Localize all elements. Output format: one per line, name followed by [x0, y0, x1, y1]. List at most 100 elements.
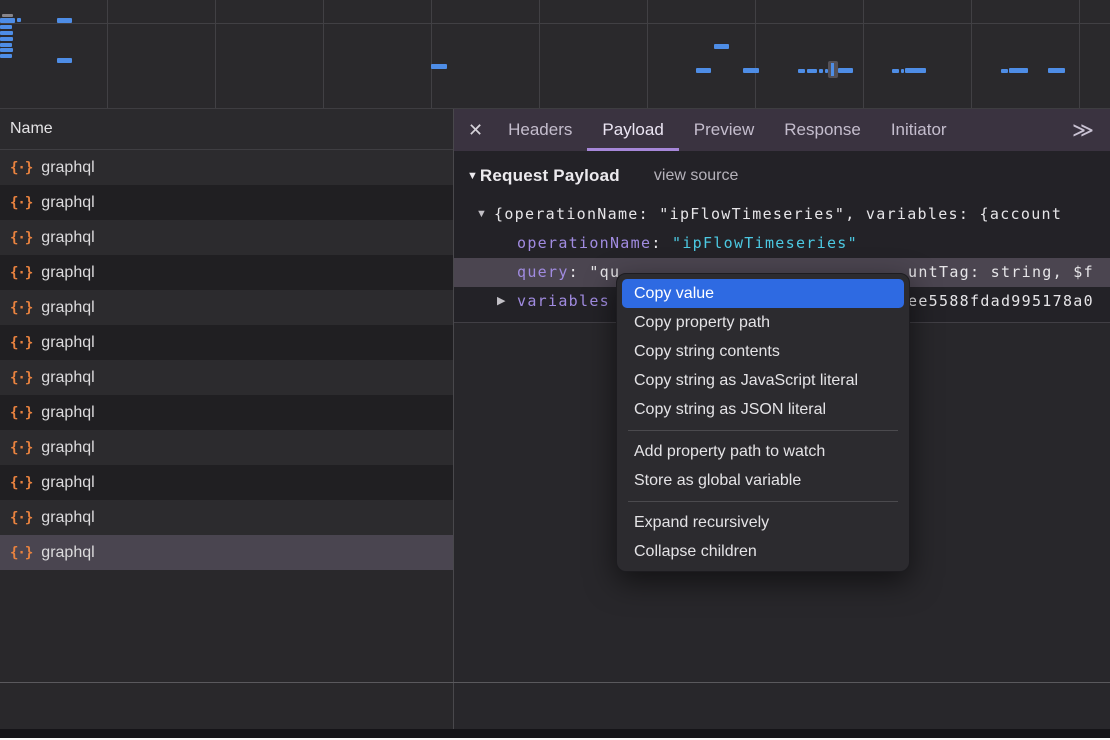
tab-initiator[interactable]: Initiator	[876, 109, 962, 151]
menu-item-copy-property-path[interactable]: Copy property path	[622, 308, 904, 337]
menu-separator	[628, 430, 898, 431]
json-request-icon: {·}	[10, 160, 32, 176]
request-list-row[interactable]: {·} graphql	[0, 465, 453, 500]
tab-response[interactable]: Response	[769, 109, 876, 151]
menu-item-expand-recursively[interactable]: Expand recursively	[622, 508, 904, 537]
tab-payload[interactable]: Payload	[587, 109, 678, 151]
request-list-row[interactable]: {·}graphql	[0, 395, 453, 430]
request-name-label: graphql	[41, 159, 94, 177]
menu-item-copy-string-as-json-literal[interactable]: Copy string as JSON literal	[622, 395, 904, 424]
request-timeline-bar	[0, 31, 13, 35]
window-bottom-edge	[0, 729, 1110, 738]
request-timeline-bar	[1048, 68, 1065, 73]
request-name-label: graphql	[41, 229, 94, 247]
panel-divider[interactable]	[453, 109, 454, 740]
name-column-label: Name	[10, 120, 53, 137]
request-timeline-bar	[798, 69, 805, 73]
request-list-row[interactable]: {·} graphql	[0, 150, 453, 185]
menu-separator	[628, 501, 898, 502]
overview-gridlines	[0, 0, 1110, 108]
request-timeline-bar	[696, 68, 711, 73]
request-list-row[interactable]: {·}graphql	[0, 430, 453, 465]
detail-tabbar: ✕ HeadersPayloadPreviewResponseInitiator…	[454, 109, 1110, 151]
payload-root-preview: {operationName: "ipFlowTimeseries", vari…	[494, 205, 1062, 223]
request-list: {·} graphql {·} graphql {·} graphql {·} graphql…	[0, 150, 453, 570]
menu-item-copy-string-as-javascript-literal[interactable]: Copy string as JavaScript literal	[622, 366, 904, 395]
request-list-row[interactable]: {·} graphql	[0, 185, 453, 220]
selected-request-marker-bar	[831, 63, 834, 76]
request-name-label: graphql	[41, 474, 94, 492]
request-timeline-bar	[431, 64, 447, 69]
menu-item-copy-string-contents[interactable]: Copy string contents	[622, 337, 904, 366]
request-list-row[interactable]: {·}graphql	[0, 325, 453, 360]
section-title: Request Payload	[480, 166, 620, 186]
menu-item-collapse-children[interactable]: Collapse children	[622, 537, 904, 566]
json-request-icon: {·}	[10, 440, 32, 456]
devtools-network-panel: Name {·}graphql{·}graphql{·}graphql{·}gr…	[0, 0, 1110, 740]
name-column-header[interactable]: Name	[0, 109, 453, 150]
property-key: operationName	[517, 234, 651, 252]
request-list-row[interactable]: {·} graphql	[0, 290, 453, 325]
request-timeline-bar	[838, 68, 853, 73]
payload-root-row[interactable]: ▼ {operationName: "ipFlowTimeseries", va…	[454, 200, 1110, 229]
context-menu: Copy valueCopy property pathCopy string …	[616, 273, 910, 572]
tab-preview[interactable]: Preview	[679, 109, 769, 151]
request-name-label: graphql	[41, 299, 94, 317]
operation-name-row[interactable]: operationName: "ipFlowTimeseries"	[454, 229, 1110, 258]
json-request-icon: {·}	[10, 335, 32, 351]
request-timeline-bar	[57, 18, 72, 23]
property-key: query	[517, 263, 569, 281]
request-list-row[interactable]: {·} graphql	[0, 255, 453, 290]
request-timeline-bar	[0, 18, 15, 23]
request-timeline-bar	[0, 54, 12, 58]
json-request-icon: {·}	[10, 475, 32, 491]
json-request-icon: {·}	[10, 300, 32, 316]
request-payload-header: ▼ Request Payload view source	[454, 151, 1110, 200]
detail-tabs: HeadersPayloadPreviewResponseInitiator	[493, 109, 961, 151]
json-request-icon: {·}	[10, 510, 32, 526]
request-list-row[interactable]: {·} graphql	[0, 535, 453, 570]
key-separator: :	[569, 263, 590, 281]
variables-value-continued: ee5588fdad995178a0	[908, 287, 1094, 316]
request-name-label: graphql	[41, 264, 94, 282]
request-list-row[interactable]: {·}graphql	[0, 360, 453, 395]
property-value-string: "ipFlowTimeseries"	[672, 234, 858, 252]
request-timeline-bar	[892, 69, 899, 73]
collapse-root-icon[interactable]: ▼	[476, 200, 487, 229]
timeline-gray-tick	[2, 14, 13, 17]
request-name-label: graphql	[41, 369, 94, 387]
menu-item-store-as-global-variable[interactable]: Store as global variable	[622, 466, 904, 495]
request-name-label: graphql	[41, 194, 94, 212]
key-separator: :	[651, 234, 672, 252]
selected-request-marker	[828, 61, 838, 78]
request-timeline-bar	[57, 58, 72, 63]
request-timeline-bar	[714, 44, 729, 49]
expand-variables-icon[interactable]: ▶	[497, 287, 505, 316]
menu-item-add-property-path-to-watch[interactable]: Add property path to watch	[622, 437, 904, 466]
request-timeline-bar	[901, 69, 904, 73]
request-name-label: graphql	[41, 509, 94, 527]
request-name-label: graphql	[41, 404, 94, 422]
json-request-icon: {·}	[10, 545, 32, 561]
request-name-label: graphql	[41, 544, 94, 562]
request-timeline-bar	[0, 48, 13, 52]
request-list-row[interactable]: {·} graphql	[0, 500, 453, 535]
query-value-start: "qu	[589, 263, 620, 281]
json-request-icon: {·}	[10, 265, 32, 281]
request-timeline-bar	[0, 25, 12, 29]
json-request-icon: {·}	[10, 195, 32, 211]
request-timeline-bar	[0, 43, 12, 47]
section-collapse-icon[interactable]: ▼	[467, 170, 478, 182]
request-list-row[interactable]: {·}graphql	[0, 220, 453, 255]
view-source-link[interactable]: view source	[654, 167, 738, 185]
request-timeline-bar	[905, 68, 926, 73]
close-icon[interactable]: ✕	[468, 120, 483, 141]
property-key: variables	[517, 292, 610, 310]
request-timeline-bar	[743, 68, 759, 73]
network-overview[interactable]	[0, 0, 1110, 109]
menu-item-copy-value[interactable]: Copy value	[622, 279, 904, 308]
request-timeline-bar	[1009, 68, 1028, 73]
overview-row-divider	[0, 23, 1110, 24]
more-tabs-icon[interactable]: ≫	[1072, 118, 1094, 143]
tab-headers[interactable]: Headers	[493, 109, 587, 151]
